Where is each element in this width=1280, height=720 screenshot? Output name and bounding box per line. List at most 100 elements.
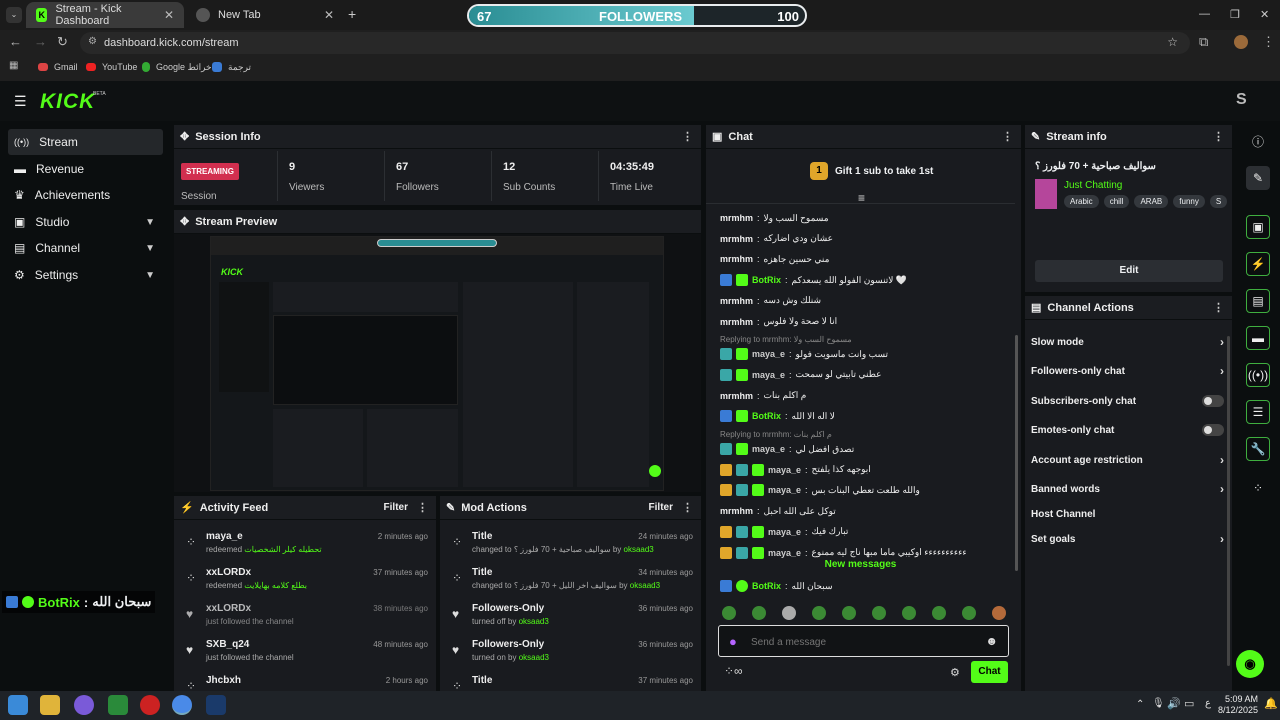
- chevron-right-icon[interactable]: ›: [1220, 482, 1224, 496]
- chat-username[interactable]: BotRix: [752, 275, 781, 285]
- action-slow-mode[interactable]: Slow mode ›: [1031, 328, 1224, 356]
- activity-user[interactable]: Jhcbxh: [206, 675, 241, 686]
- mod-who[interactable]: oksaad3: [630, 581, 660, 590]
- steam-icon[interactable]: [206, 695, 226, 715]
- subscribers-only-toggle[interactable]: [1202, 395, 1224, 407]
- filter-button[interactable]: Filter: [649, 502, 673, 513]
- sidebar-item-achievements[interactable]: ♛ Achievements: [8, 182, 163, 208]
- new-tab-icon[interactable]: +: [348, 6, 356, 22]
- start-menu-icon[interactable]: [8, 695, 28, 715]
- broadcast-icon[interactable]: ((•)): [1246, 363, 1270, 387]
- chat-username[interactable]: mrmhm: [720, 254, 753, 264]
- chevron-right-icon[interactable]: ›: [1220, 335, 1224, 349]
- emote-icon[interactable]: [992, 606, 1006, 620]
- notes-icon[interactable]: ▤: [1246, 289, 1270, 313]
- chat-username[interactable]: maya_e: [752, 349, 785, 359]
- more-options-icon[interactable]: ⋮: [682, 501, 693, 514]
- emoji-icon[interactable]: ☻: [985, 634, 998, 648]
- chat-scrollbar[interactable]: [1015, 335, 1018, 571]
- action-followers-only[interactable]: Followers-only chat ›: [1031, 357, 1224, 385]
- gift-sub-banner[interactable]: 1 Gift 1 sub to take 1st: [810, 162, 933, 180]
- emote-icon[interactable]: [962, 606, 976, 620]
- chrome-icon[interactable]: [172, 695, 192, 715]
- new-messages-divider[interactable]: New messages: [706, 559, 1015, 573]
- address-bar[interactable]: ⚙ dashboard.kick.com/stream ☆: [80, 32, 1190, 54]
- activity-user[interactable]: SXB_q24: [206, 639, 249, 650]
- chevron-down-icon[interactable]: ▼: [145, 217, 155, 228]
- lightning-tool-icon[interactable]: ⚡: [1246, 252, 1270, 276]
- chat-tool-icon[interactable]: ▬: [1246, 326, 1270, 350]
- chat-username[interactable]: maya_e: [768, 465, 801, 475]
- hamburger-menu-icon[interactable]: ☰: [14, 93, 27, 110]
- move-handle-icon[interactable]: ✥: [180, 215, 189, 228]
- forward-icon[interactable]: →: [34, 34, 47, 49]
- file-explorer-icon[interactable]: [40, 695, 60, 715]
- mod-who[interactable]: oksaad3: [624, 545, 654, 554]
- more-options-icon[interactable]: ⋮: [682, 130, 693, 143]
- bookmark-star-icon[interactable]: ☆: [1167, 35, 1178, 49]
- close-window-icon[interactable]: ✕: [1260, 8, 1269, 21]
- bookmark-google-maps[interactable]: Google خرائط: [142, 58, 212, 76]
- tag[interactable]: ARAB: [1134, 195, 1169, 208]
- info-icon[interactable]: ⓘ: [1246, 129, 1270, 153]
- action-emotes-only[interactable]: Emotes-only chat: [1031, 416, 1224, 444]
- emote-icon[interactable]: [842, 606, 856, 620]
- emote-icon[interactable]: [902, 606, 916, 620]
- tab-new-tab[interactable]: New Tab ✕: [186, 2, 344, 28]
- emote-icon[interactable]: [722, 606, 736, 620]
- more-options-icon[interactable]: ⋮: [417, 501, 428, 514]
- site-info-icon[interactable]: ⚙: [88, 36, 97, 47]
- more-options-icon[interactable]: ⋮: [1002, 130, 1013, 143]
- action-account-age[interactable]: Account age restriction ›: [1031, 446, 1224, 474]
- chat-input-box[interactable]: ● ☻: [718, 625, 1009, 657]
- filter-button[interactable]: Filter: [384, 502, 408, 513]
- notifications-icon[interactable]: 🔔: [1264, 697, 1278, 710]
- help-chat-icon[interactable]: ◉: [1236, 650, 1264, 678]
- activity-user[interactable]: xxLORDx: [206, 603, 251, 614]
- action-banned-words[interactable]: Banned words ›: [1031, 475, 1224, 503]
- tab-kick-dashboard[interactable]: K Stream - Kick Dashboard ✕: [26, 2, 184, 28]
- action-set-goals[interactable]: Set goals ›: [1031, 525, 1224, 553]
- user-avatar[interactable]: S: [1236, 91, 1247, 109]
- stream-preview-video[interactable]: KICK: [210, 236, 664, 491]
- emote-icon[interactable]: [782, 606, 796, 620]
- chat-username[interactable]: maya_e: [768, 548, 801, 558]
- reload-icon[interactable]: ↻: [57, 34, 68, 50]
- back-icon[interactable]: ←: [9, 34, 22, 49]
- minimize-icon[interactable]: —: [1199, 8, 1210, 20]
- tab-list-icon[interactable]: ⌄: [6, 7, 22, 23]
- restore-icon[interactable]: ❐: [1230, 8, 1240, 21]
- chat-input[interactable]: [751, 634, 971, 650]
- wrench-icon[interactable]: 🔧: [1246, 437, 1270, 461]
- app-icon[interactable]: [74, 695, 94, 715]
- mod-who[interactable]: oksaad3: [519, 617, 549, 626]
- action-host-channel[interactable]: Host Channel: [1031, 500, 1224, 528]
- clip-icon[interactable]: ▣: [1246, 215, 1270, 239]
- excel-icon[interactable]: [108, 695, 128, 715]
- chat-username[interactable]: maya_e: [752, 444, 785, 454]
- layout-icon[interactable]: ☰: [1246, 400, 1270, 424]
- move-handle-icon[interactable]: ✥: [180, 130, 189, 143]
- tag[interactable]: Arabic: [1064, 195, 1099, 208]
- chat-username[interactable]: BotRix: [752, 411, 781, 421]
- close-tab-icon[interactable]: ✕: [324, 8, 334, 22]
- chat-username[interactable]: mrmhm: [720, 234, 753, 244]
- chevron-down-icon[interactable]: ▼: [145, 270, 155, 281]
- emotes-only-toggle[interactable]: [1202, 424, 1224, 436]
- app-icon[interactable]: [140, 695, 160, 715]
- tag[interactable]: S: [1209, 195, 1228, 208]
- volume-icon[interactable]: 🔊: [1167, 697, 1181, 710]
- kick-logo[interactable]: KICK: [40, 90, 95, 114]
- more-options-icon[interactable]: ⋮: [1213, 301, 1224, 314]
- chat-username[interactable]: mrmhm: [720, 317, 753, 327]
- add-widget-icon[interactable]: ⁘: [1246, 476, 1270, 500]
- browser-menu-icon[interactable]: ⋮: [1262, 34, 1275, 50]
- sidebar-item-revenue[interactable]: ▬ Revenue: [8, 156, 163, 182]
- bookmark-translate[interactable]: ترجمة: [212, 58, 251, 76]
- microphone-icon[interactable]: ●: [729, 634, 737, 649]
- chevron-right-icon[interactable]: ›: [1220, 364, 1224, 378]
- activity-user[interactable]: xxLORDx: [206, 567, 251, 578]
- emote-icon[interactable]: [932, 606, 946, 620]
- tray-chevron-icon[interactable]: ⌃: [1136, 699, 1144, 710]
- bookmark-youtube[interactable]: YouTube: [86, 58, 137, 76]
